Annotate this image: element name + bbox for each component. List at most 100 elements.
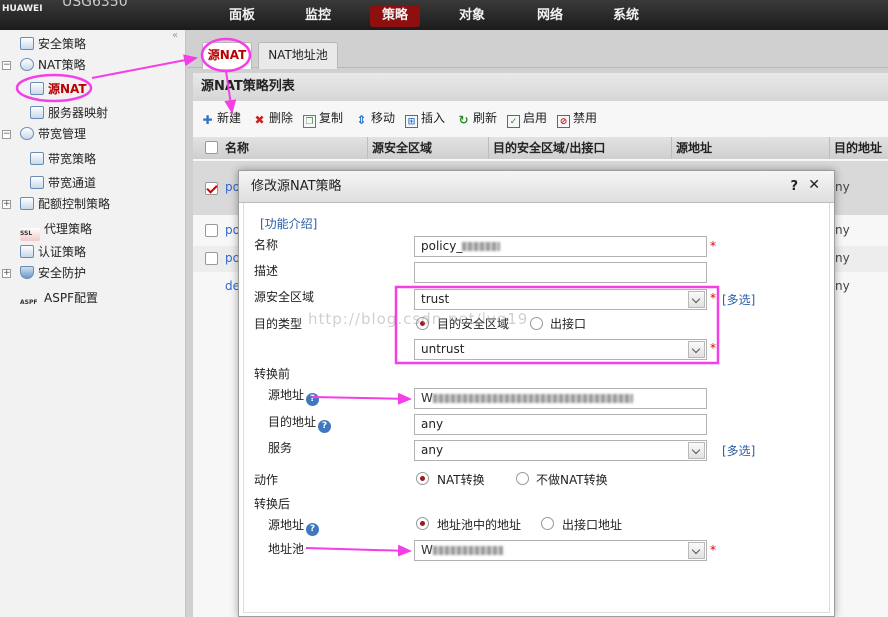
sidebar-item-quota[interactable]: 配额控制策略: [20, 194, 110, 214]
pool-select[interactable]: W: [414, 540, 707, 561]
sidebar-item-source-nat[interactable]: 源NAT: [30, 79, 87, 99]
sidebar-item-aspf[interactable]: ASPF ASPF配置: [20, 288, 98, 308]
sidebar-item-protection[interactable]: 安全防护: [20, 263, 86, 283]
disable-button[interactable]: ⊘ 禁用: [557, 107, 597, 129]
enable-icon: ✓: [507, 115, 520, 128]
edit-source-nat-dialog: 修改源NAT策略 ? ✕ [功能介绍] 名称 policy_ * 描述 源安全区…: [238, 170, 835, 617]
dst-zone-select[interactable]: untrust: [414, 339, 707, 360]
insert-icon: ⊞: [405, 115, 418, 128]
collapse-nat-icon[interactable]: −: [2, 61, 11, 70]
watermark: http://blog.csdn.net/lyq19: [308, 310, 529, 328]
row-checkbox[interactable]: [205, 252, 218, 265]
nav-object[interactable]: 对象: [452, 5, 492, 27]
src-zone-select[interactable]: trust: [414, 289, 707, 310]
nav-policy[interactable]: 策略: [370, 5, 420, 27]
help-icon[interactable]: ?: [306, 523, 320, 536]
huawei-logo: HUAWEI: [2, 4, 43, 14]
table-header: 名称 源安全区域 目的安全区域/出接口 源地址 目的地址: [193, 137, 888, 159]
sidebar-item-server-mapping[interactable]: 服务器映射: [30, 103, 108, 123]
sidebar-item-auth[interactable]: 认证策略: [20, 242, 86, 262]
delete-icon: ✖: [254, 113, 265, 127]
bandwidth-icon: [20, 127, 34, 140]
radio-nat[interactable]: [416, 472, 429, 485]
radio-out-interface-address[interactable]: [541, 517, 554, 530]
redacted-text: [432, 394, 633, 403]
pool-label: 地址池: [268, 542, 305, 556]
nat-policy-icon: [20, 58, 34, 71]
chevron-down-icon[interactable]: [688, 542, 705, 559]
dst-addr-input[interactable]: any: [414, 414, 707, 435]
desc-label: 描述: [254, 264, 279, 278]
redacted-text: [432, 546, 503, 555]
list-title: 源NAT策略列表: [193, 73, 888, 101]
sidebar-item-bandwidth[interactable]: 带宽管理: [20, 124, 86, 144]
policy-icon: [20, 37, 34, 50]
radio-pool-address[interactable]: [416, 517, 429, 530]
close-icon[interactable]: ✕: [808, 177, 820, 193]
column-dst-addr[interactable]: 目的地址: [829, 137, 882, 159]
delete-button[interactable]: ✖ 删除: [253, 107, 293, 129]
ssl-proxy-icon: SSL: [20, 228, 40, 241]
new-button[interactable]: ✚ 新建: [201, 107, 241, 129]
copy-button[interactable]: ❐ 复制: [303, 107, 343, 129]
sidebar-item-bandwidth-policy[interactable]: 带宽策略: [30, 149, 96, 169]
bandwidth-channel-icon: [30, 176, 44, 189]
insert-button[interactable]: ⊞ 插入: [405, 107, 445, 129]
help-icon[interactable]: ?: [318, 420, 332, 433]
bandwidth-policy-icon: [30, 152, 44, 165]
collapse-sidebar-icon[interactable]: «: [172, 30, 178, 41]
dialog-title: 修改源NAT策略: [239, 171, 834, 203]
quota-icon: [20, 197, 34, 210]
dst-addr-label: 目的地址?: [268, 413, 332, 433]
sidebar-item-bandwidth-channel[interactable]: 带宽通道: [30, 173, 96, 193]
dst-type-label: 目的类型: [254, 317, 303, 331]
tab-nat-address-pool[interactable]: NAT地址池: [258, 42, 338, 69]
select-all-checkbox[interactable]: [205, 141, 218, 154]
after-src-addr-label: 源地址?: [268, 516, 320, 536]
name-input[interactable]: policy_: [414, 236, 707, 257]
tab-source-nat[interactable]: 源NAT: [202, 42, 252, 69]
row-checkbox[interactable]: [205, 182, 218, 195]
column-name[interactable]: 名称: [221, 137, 249, 159]
chevron-down-icon[interactable]: [688, 341, 705, 358]
move-button[interactable]: ⇕ 移动: [355, 107, 395, 129]
shield-icon: [20, 266, 34, 279]
nav-system[interactable]: 系统: [606, 5, 646, 27]
radio-no-nat[interactable]: [516, 472, 529, 485]
radio-out-interface[interactable]: [530, 317, 543, 330]
service-label: 服务: [268, 441, 293, 455]
device-model: USG6350: [62, 0, 128, 10]
chevron-down-icon[interactable]: [688, 442, 705, 459]
sidebar-item-nat-policy[interactable]: NAT策略: [20, 55, 86, 75]
move-icon: ⇕: [356, 113, 367, 127]
help-icon[interactable]: ?: [790, 179, 798, 194]
server-mapping-icon: [30, 106, 44, 119]
auth-icon: [20, 245, 34, 258]
expand-quota-icon[interactable]: +: [2, 200, 11, 209]
column-src-zone[interactable]: 源安全区域: [367, 137, 432, 159]
sidebar-item-proxy[interactable]: SSL 代理策略: [20, 219, 92, 241]
help-icon[interactable]: ?: [306, 393, 320, 406]
expand-protection-icon[interactable]: +: [2, 269, 11, 278]
service-multi-select-link[interactable]: [多选]: [722, 442, 755, 459]
row-checkbox[interactable]: [205, 224, 218, 237]
src-addr-input[interactable]: W: [414, 388, 707, 409]
tab-bar: 源NAT NAT地址池: [188, 38, 888, 69]
refresh-button[interactable]: ↻ 刷新: [457, 107, 497, 129]
collapse-bandwidth-icon[interactable]: −: [2, 130, 11, 139]
nav-monitor[interactable]: 监控: [298, 5, 338, 27]
before-translation-label: 转换前: [254, 367, 291, 381]
column-dst-zone[interactable]: 目的安全区域/出接口: [488, 137, 605, 159]
nav-network[interactable]: 网络: [530, 5, 570, 27]
intro-link[interactable]: [功能介绍]: [260, 215, 317, 232]
column-src-addr[interactable]: 源地址: [671, 137, 712, 159]
chevron-down-icon[interactable]: [688, 291, 705, 308]
after-translation-label: 转换后: [254, 497, 291, 511]
sidebar-item-security-policy[interactable]: 安全策略: [20, 34, 86, 54]
src-zone-multi-select-link[interactable]: [多选]: [722, 291, 755, 308]
enable-button[interactable]: ✓ 启用: [507, 107, 547, 129]
service-select[interactable]: any: [414, 440, 707, 461]
nav-dashboard[interactable]: 面板: [222, 5, 262, 27]
desc-input[interactable]: [414, 262, 707, 283]
aspf-icon: ASPF: [20, 299, 38, 306]
